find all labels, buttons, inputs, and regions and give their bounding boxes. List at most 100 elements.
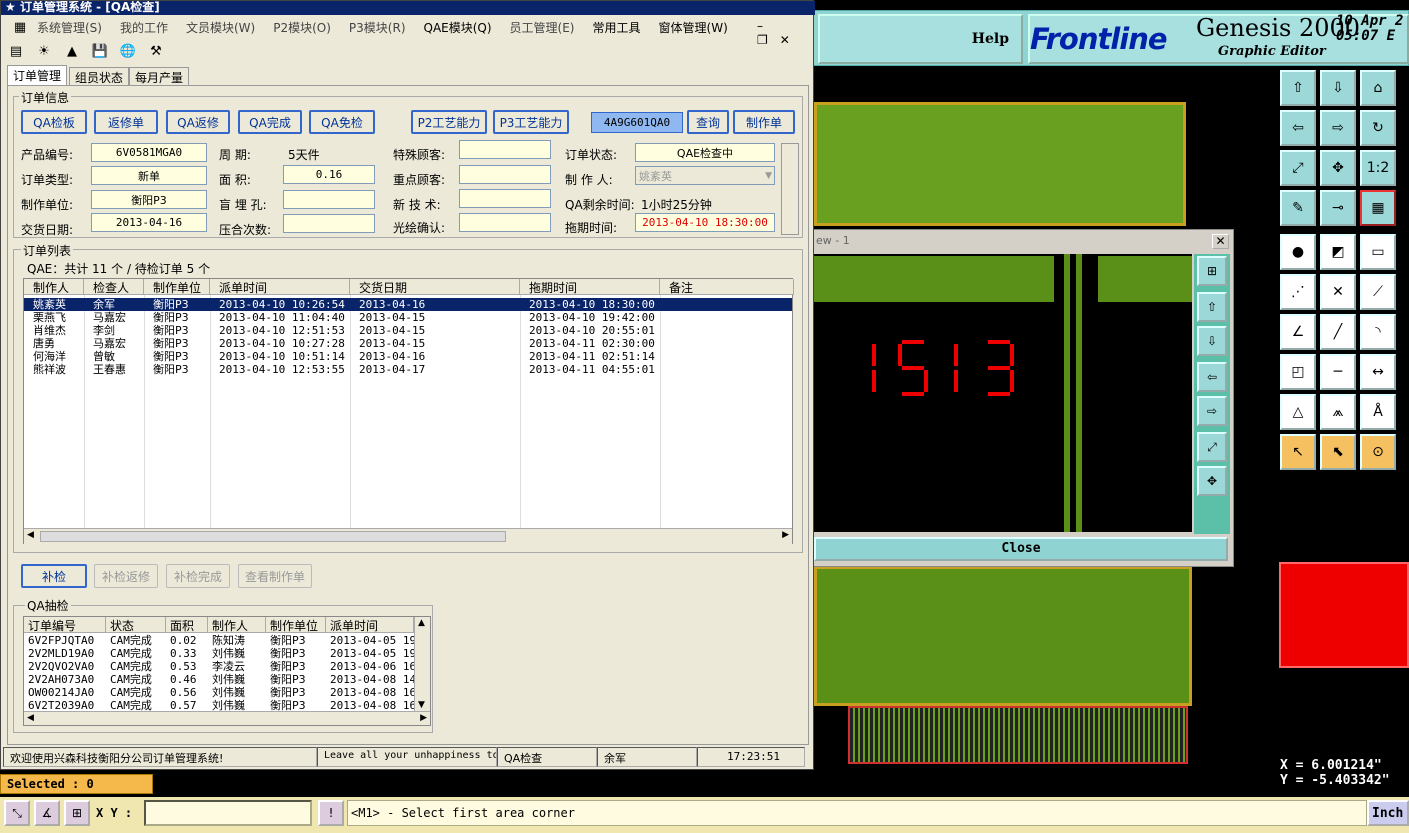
column-header[interactable]: 拖期时间 (520, 279, 660, 295)
horizontal-scrollbar[interactable]: ◀ ▶ (24, 711, 430, 725)
grid-icon[interactable]: ⊞ (64, 800, 90, 826)
menu-qae[interactable]: QAE模块(Q) (424, 19, 492, 36)
scroll-left-icon[interactable]: ◀ (27, 530, 34, 540)
pointer-box-icon[interactable]: ⬉ (1320, 434, 1356, 470)
mdi-icon[interactable]: ▦ (11, 18, 29, 36)
scale-icon[interactable]: 1:2 (1360, 150, 1396, 186)
key-customer-field[interactable] (459, 165, 551, 184)
zoom-fit-icon[interactable]: ⤢ (1280, 150, 1316, 186)
recheck-complete-button[interactable]: 补检完成 (166, 564, 230, 588)
shapes-icon[interactable]: ▲ (63, 42, 81, 60)
table-row[interactable]: 熊祥波 王春惠 衡阳P3 2013-04-10 12:53:55 2013-04-17 2… (24, 363, 792, 376)
tab-order-manage[interactable]: 订单管理 (7, 65, 68, 85)
view-zoom-icon[interactable]: ⊞ (1197, 256, 1227, 286)
table-row[interactable]: 栗燕飞 马嘉宏 衡阳P3 2013-04-10 11:04:40 2013-04-15 2… (24, 311, 792, 324)
menu-clerk[interactable]: 文员模块(W) (186, 19, 255, 36)
column-header[interactable]: 备注 (660, 279, 794, 295)
layers-icon[interactable]: ▦ (1360, 190, 1396, 226)
close-icon[interactable]: ✕ (780, 33, 802, 47)
table-row[interactable]: 何海洋 曾敏 衡阳P3 2013-04-10 10:51:14 2013-04-16 20… (24, 350, 792, 363)
triangle-x-icon[interactable]: ⩕ (1320, 394, 1356, 430)
move-right-icon[interactable]: ⇨ (1320, 110, 1356, 146)
column-header[interactable]: 状态 (106, 617, 166, 633)
arc-icon[interactable]: ◝ (1360, 314, 1396, 350)
scroll-right-icon[interactable]: ▶ (420, 713, 427, 723)
scroll-thumb[interactable] (40, 531, 506, 542)
cross-icon[interactable]: ✕ (1320, 274, 1356, 310)
table-row[interactable]: 2V2MLD19A0 CAM完成 0.33 刘伟巍 衡阳P3 2013-04-05 19: (24, 647, 414, 660)
ruler-icon[interactable]: ▭ (1360, 234, 1396, 270)
column-header[interactable]: 制作单位 (266, 617, 326, 633)
alert-icon[interactable]: ! (318, 800, 344, 826)
zoom-area-icon[interactable]: ⤡ (4, 800, 30, 826)
zoom-center-icon[interactable]: ✥ (1320, 150, 1356, 186)
press-field[interactable] (283, 214, 375, 233)
move-down-icon[interactable]: ⇩ (1320, 70, 1356, 106)
pointer-icon[interactable]: ↖ (1280, 434, 1316, 470)
column-header[interactable]: 制作单位 (144, 279, 210, 295)
scroll-up-icon[interactable]: ▲ (418, 618, 425, 628)
delay-field[interactable]: 2013-04-10 18:30:00 (635, 213, 775, 232)
column-header[interactable]: 交货日期 (350, 279, 520, 295)
table-row[interactable]: 6V2FPJQTA0 CAM完成 0.02 陈知涛 衡阳P3 2013-04-05 19: (24, 634, 414, 647)
p2-capability-button[interactable]: P2工艺能力 (411, 110, 487, 134)
sun-icon[interactable]: ☀ (35, 42, 53, 60)
triangle-a-icon[interactable]: Å (1360, 394, 1396, 430)
product-no-field[interactable]: 6V0581MGA0 (91, 143, 207, 162)
column-header[interactable]: 制作人 (24, 279, 84, 295)
order-grid[interactable]: 制作人 检查人 制作单位 派单时间 交货日期 拖期时间 备注 姚紊英 余军 衡阳P3 2013-04… (23, 278, 794, 544)
qa-complete-button[interactable]: QA完成 (238, 110, 302, 134)
xy-input[interactable] (144, 800, 312, 826)
units-button[interactable]: Inch (1367, 800, 1409, 826)
line-icon[interactable]: ╱ (1320, 314, 1356, 350)
menu-my-work[interactable]: 我的工作 (120, 19, 168, 36)
info-scrollbar[interactable] (781, 143, 799, 235)
delivery-field[interactable]: 2013-04-16 (91, 213, 207, 232)
unit-field[interactable]: 衡阳P3 (91, 190, 207, 209)
blind-hole-field[interactable] (283, 190, 375, 209)
view-right-icon[interactable]: ⇨ (1197, 396, 1227, 426)
scroll-right-icon[interactable]: ▶ (782, 530, 789, 540)
horizontal-scrollbar[interactable]: ◀ ▶ (24, 528, 792, 544)
view-close-icon[interactable]: ✕ (1212, 234, 1229, 249)
menu-staff[interactable]: 员工管理(E) (510, 19, 575, 36)
menu-window[interactable]: 窗体管理(W) (659, 19, 728, 36)
column-header[interactable]: 面积 (166, 617, 208, 633)
help-button[interactable]: Help (818, 14, 1023, 64)
minimize-icon[interactable]: – (757, 19, 775, 33)
qa-repair-button[interactable]: QA返修 (166, 110, 230, 134)
p3-capability-button[interactable]: P3工艺能力 (493, 110, 569, 134)
node-icon[interactable]: ◰ (1280, 354, 1316, 390)
repair-order-button[interactable]: 返修单 (94, 110, 158, 134)
query-button[interactable]: 查询 (687, 110, 729, 134)
probe-icon[interactable]: ⊸ (1320, 190, 1356, 226)
chevron-down-icon[interactable]: ▼ (765, 171, 772, 181)
view-canvas[interactable] (814, 254, 1192, 532)
photo-field[interactable] (459, 213, 551, 232)
tab-member-status[interactable]: 组员状态 (69, 67, 130, 85)
menu-system[interactable]: 系统管理(S) (37, 19, 102, 36)
menu-p3[interactable]: P3模块(R) (349, 19, 406, 36)
qa-check-button[interactable]: QA检板 (21, 110, 87, 134)
area-field[interactable]: 0.16 (283, 165, 375, 184)
view-center-icon[interactable]: ✥ (1197, 466, 1227, 496)
menu-tools[interactable]: 常用工具 (593, 19, 641, 36)
view-down-icon[interactable]: ⇩ (1197, 326, 1227, 356)
column-header[interactable]: 制作人 (208, 617, 266, 633)
column-header[interactable]: 派单时间 (326, 617, 414, 633)
recheck-button[interactable]: 补检 (21, 564, 87, 588)
move-left-icon[interactable]: ⇦ (1280, 110, 1316, 146)
maker-select[interactable]: 姚紊英 ▼ (635, 166, 775, 185)
home-icon[interactable]: ⌂ (1360, 70, 1396, 106)
table-row[interactable]: 2V2AH073A0 CAM完成 0.46 刘伟巍 衡阳P3 2013-04-08 14: (24, 673, 414, 686)
horizontal-line-icon[interactable]: ─ (1320, 354, 1356, 390)
table-row[interactable]: 肖维杰 李剑 衡阳P3 2013-04-10 12:51:53 2013-04-15 20… (24, 324, 792, 337)
user-tool-icon[interactable]: ⚒ (147, 42, 165, 60)
make-order-button[interactable]: 制作单 (733, 110, 795, 134)
globe-icon[interactable]: 🌐 (119, 42, 137, 60)
menu-p2[interactable]: P2模块(O) (273, 19, 331, 36)
line-point-icon[interactable]: ⟋ (1360, 274, 1396, 310)
table-row[interactable]: 2V2QVO2VA0 CAM完成 0.53 李凌云 衡阳P3 2013-04-06 16: (24, 660, 414, 673)
order-type-field[interactable]: 新单 (91, 166, 207, 185)
scroll-down-icon[interactable]: ▼ (418, 700, 425, 710)
